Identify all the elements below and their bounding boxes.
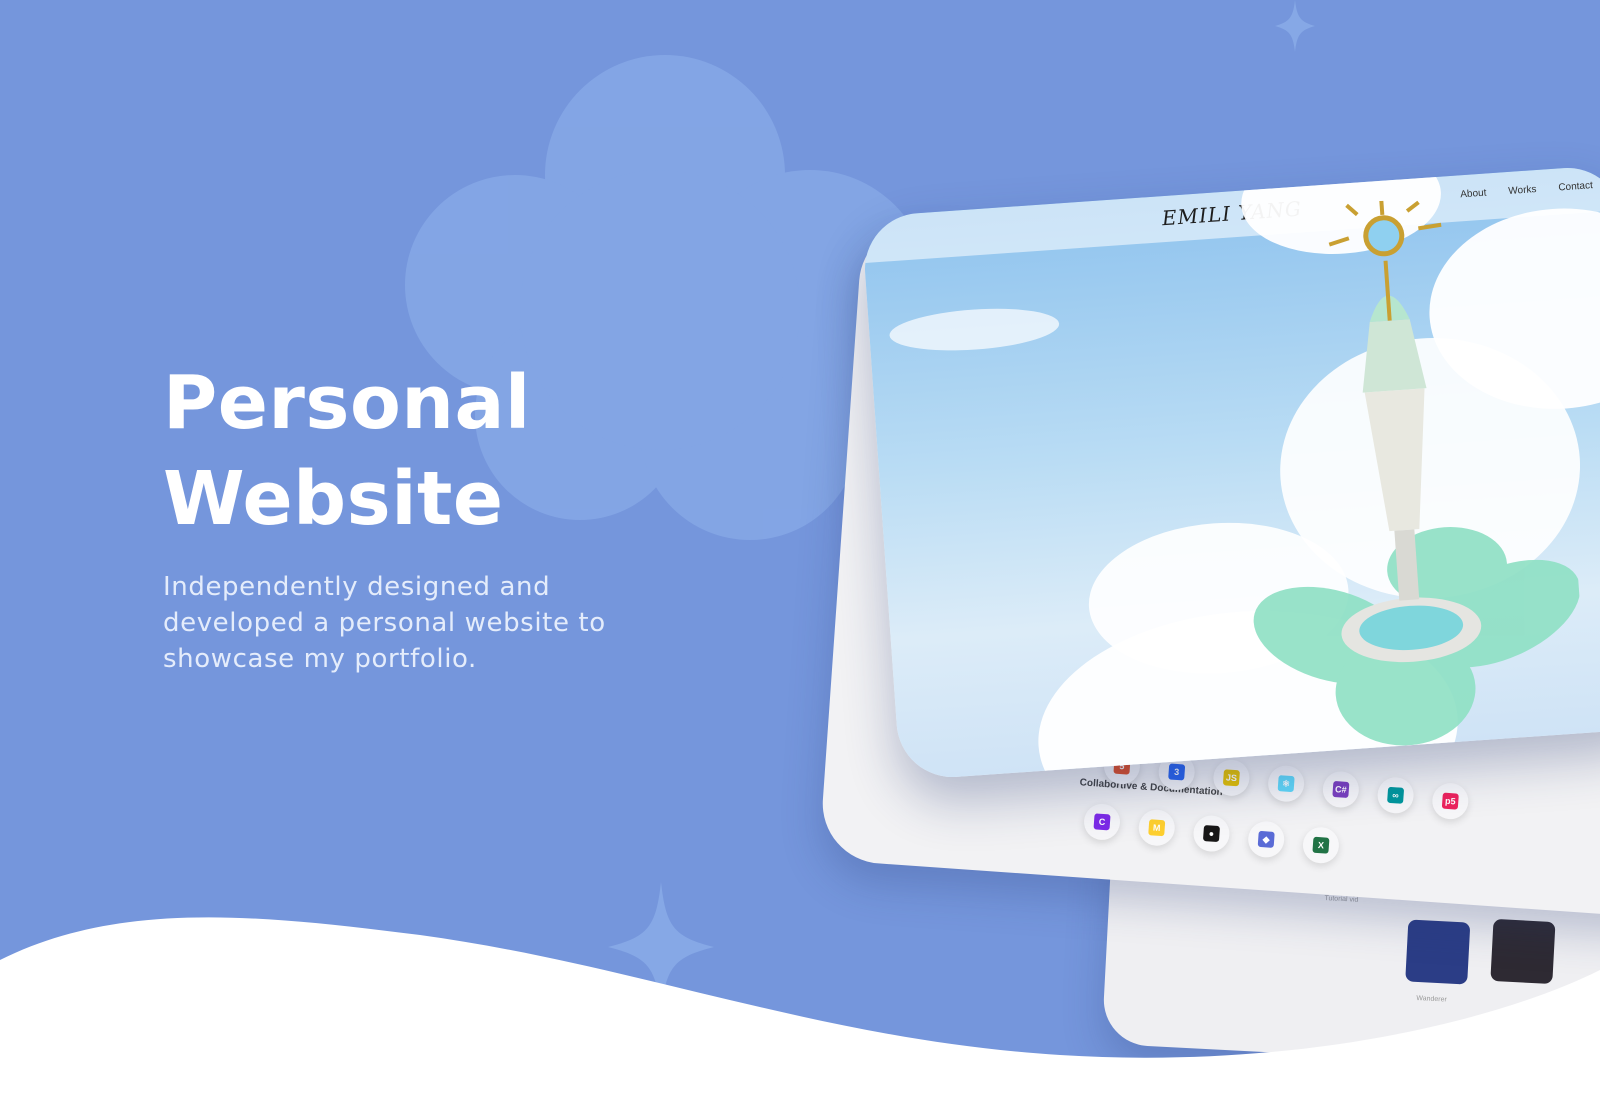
bottom-wave [0,917,1600,1100]
